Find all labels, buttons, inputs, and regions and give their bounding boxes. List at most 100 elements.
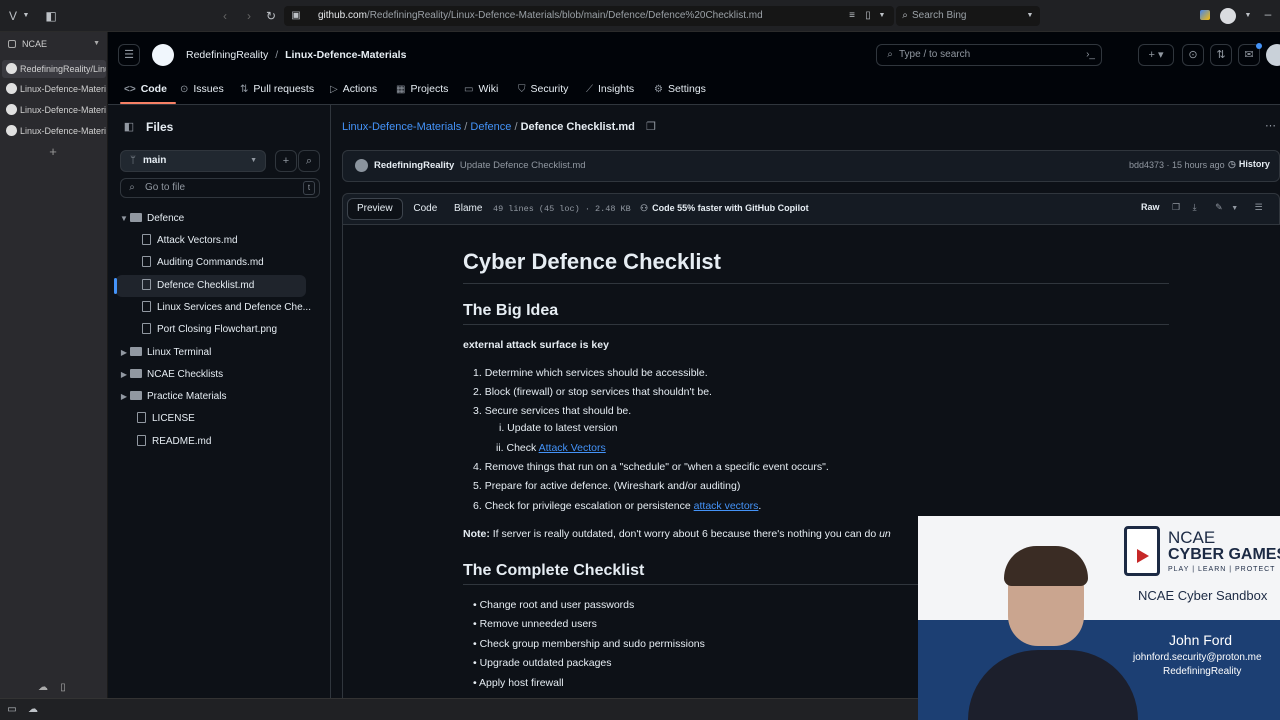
chevron-down-icon[interactable]: ▼ [1244, 8, 1252, 24]
chevron-down-icon: ▼ [120, 214, 128, 223]
tab-wiki[interactable]: ▭ Wiki [464, 78, 498, 100]
blame-tab[interactable]: Blame [448, 199, 488, 219]
add-file-button[interactable]: + [275, 150, 297, 172]
code-tab[interactable]: Code [405, 199, 445, 219]
chevron-down-icon[interactable]: ▼ [1026, 8, 1034, 24]
chevron-down-icon[interactable]: ▼ [878, 8, 886, 24]
cloud-sync-icon[interactable]: ☁ [26, 702, 40, 718]
global-search-input[interactable]: Type / to search ›_ [876, 44, 1102, 66]
copilot-promo[interactable]: ⚇ Code 55% faster with GitHub Copilot [640, 203, 809, 214]
workspace-selector[interactable]: NCAE ▼ [2, 36, 106, 52]
reload-icon[interactable]: ↻ [264, 8, 278, 24]
search-files-button[interactable]: ⌕ [298, 150, 320, 172]
shortcut-key: t [303, 181, 315, 195]
folder-open-icon [130, 213, 142, 222]
cloud-icon[interactable]: ☁ [36, 680, 50, 696]
tree-file-selected[interactable]: Defence Checklist.md [142, 276, 254, 296]
bookmark-icon[interactable]: ▯ [862, 8, 874, 24]
minimize-icon[interactable]: – [1262, 6, 1274, 22]
tab-projects[interactable]: ▦ Projects [396, 78, 448, 100]
download-icon[interactable]: ⤓ [1193, 202, 1197, 212]
preview-tab[interactable]: Preview [347, 198, 403, 220]
tree-file[interactable]: README.md [137, 432, 211, 452]
tree-folder-defence[interactable]: ▼ Defence [118, 209, 184, 229]
commit-message[interactable]: Update Defence Checklist.md [460, 160, 586, 171]
browser-tab[interactable]: Linux-Defence-Materi [2, 101, 106, 119]
github-icon [6, 104, 17, 115]
profile-avatar[interactable] [1220, 8, 1236, 24]
commit-info: RedefiningReality Update Defence Checkli… [374, 160, 586, 171]
play-icon: ▷ [330, 84, 338, 95]
issues-icon[interactable]: ⊙ [1182, 44, 1204, 66]
collapse-panel-icon[interactable]: ◧ [122, 119, 136, 135]
browser-tab[interactable]: Linux-Defence-Materi [2, 122, 106, 140]
tree-label: Defence Checklist.md [157, 280, 255, 291]
copy-path-icon[interactable]: ❐ [646, 121, 656, 133]
pull-requests-icon[interactable]: ⇅ [1210, 44, 1232, 66]
attack-vectors-link[interactable]: attack vectors [694, 500, 759, 512]
tree-label: Practice Materials [147, 391, 227, 402]
step-text: Determine which services should be acces… [484, 367, 708, 379]
tree-file[interactable]: LICENSE [137, 409, 195, 429]
chevron-down-icon[interactable]: ▼ [22, 8, 30, 24]
hamburger-menu-button[interactable]: ☰ [118, 44, 140, 66]
folder-icon [130, 369, 142, 378]
back-icon[interactable]: ‹ [218, 8, 232, 24]
raw-button[interactable]: Raw [1141, 202, 1160, 212]
more-options-icon[interactable]: ⋯ [1265, 119, 1276, 132]
step-text: Check for privilege escalation or persis… [484, 500, 691, 512]
tab-pull-requests[interactable]: ⇅ Pull requests [240, 78, 314, 100]
tree-file[interactable]: Linux Services and Defence Che... [142, 298, 311, 318]
tree-folder[interactable]: ▶ Linux Terminal [118, 343, 211, 363]
extension-icon[interactable] [1200, 10, 1210, 20]
breadcrumb-repo-link[interactable]: Linux-Defence-Materials [342, 121, 461, 133]
view-mode-segmented: Preview Code Blame [347, 198, 488, 220]
tab-settings[interactable]: ⚙ Settings [654, 78, 706, 100]
vivaldi-menu-icon[interactable]: V [6, 8, 20, 24]
trash-icon[interactable]: ▯ [56, 680, 70, 696]
commit-author[interactable]: RedefiningReality [374, 160, 454, 171]
tree-file[interactable]: Auditing Commands.md [142, 253, 264, 273]
checklist-item: • Change root and user passwords [473, 599, 635, 611]
tree-folder[interactable]: ▶ Practice Materials [118, 387, 226, 407]
search-engine-field[interactable]: Search Bing [896, 6, 1040, 26]
commit-sha[interactable]: bdd4373 [1129, 160, 1164, 170]
history-button[interactable]: ◷ History [1228, 159, 1270, 170]
note-paragraph: Note: If server is really outdated, don'… [463, 528, 891, 540]
file-icon [142, 256, 151, 267]
github-logo-icon[interactable] [152, 44, 174, 66]
tab-actions[interactable]: ▷ Actions [330, 78, 377, 100]
forward-icon[interactable]: › [242, 8, 256, 24]
reader-icon[interactable]: ≡ [846, 8, 858, 24]
repo-link[interactable]: Linux-Defence-Materials [285, 49, 406, 61]
breadcrumb-folder-link[interactable]: Defence [470, 121, 511, 133]
tab-code[interactable]: <> Code [124, 78, 167, 100]
edit-icon[interactable]: ✎ [1215, 202, 1223, 212]
tab-security[interactable]: ⛉ Security [518, 78, 568, 100]
browser-tab[interactable]: RedefiningReality/Linu [2, 60, 106, 78]
tree-label: Linux Services and Defence Che... [157, 302, 311, 313]
new-tab-icon[interactable]: + [46, 144, 60, 160]
go-to-file-input[interactable]: Go to file t [120, 178, 320, 198]
owner-link[interactable]: RedefiningReality [186, 49, 268, 61]
tab-insights[interactable]: ⟋ Insights [586, 78, 634, 100]
copy-icon[interactable]: ❐ [1172, 202, 1180, 212]
panel-toggle-icon[interactable]: ◧ [44, 8, 58, 24]
chevron-down-icon[interactable]: ▼ [1231, 205, 1238, 212]
user-avatar[interactable] [1266, 44, 1280, 66]
tree-file[interactable]: Port Closing Flowchart.png [142, 320, 277, 340]
branch-name: main [143, 155, 167, 166]
panel-icon[interactable]: ▭ [6, 702, 18, 718]
address-bar[interactable]: github.com/RedefiningReality/Linux-Defen… [284, 6, 894, 26]
site-info-icon[interactable]: ▣ [290, 8, 302, 24]
heading-rule [463, 324, 1169, 325]
outline-icon[interactable]: ☰ [1255, 202, 1263, 212]
browser-tab[interactable]: Linux-Defence-Materi [2, 80, 106, 98]
branch-selector[interactable]: main ▼ [120, 150, 266, 172]
tree-folder[interactable]: ▶ NCAE Checklists [118, 365, 223, 385]
tree-file[interactable]: Attack Vectors.md [142, 231, 238, 251]
step-1: 1. Determine which services should be ac… [473, 367, 708, 379]
create-new-button[interactable]: + ▾ [1138, 44, 1174, 66]
tab-issues[interactable]: ⊙ Issues [180, 78, 224, 100]
attack-vectors-link[interactable]: Attack Vectors [539, 442, 606, 454]
